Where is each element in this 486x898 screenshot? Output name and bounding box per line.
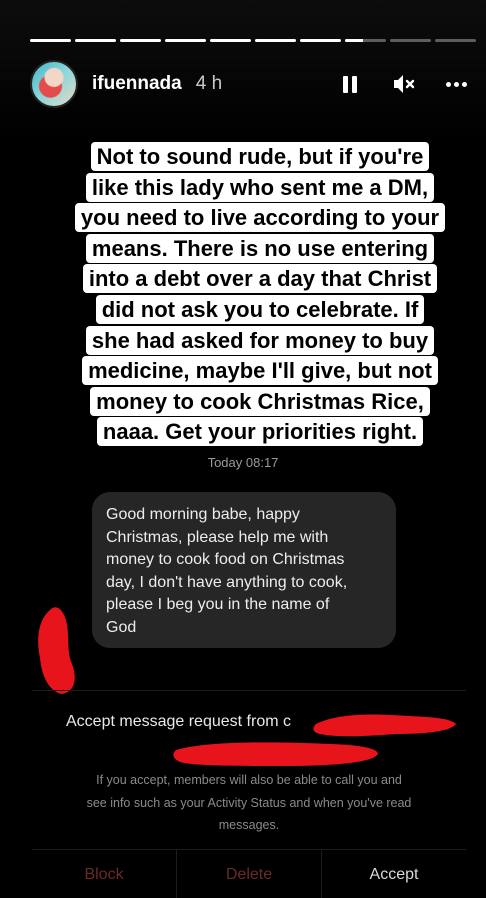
progress-segment: [165, 39, 206, 42]
progress-segment: [30, 39, 71, 42]
progress-segment: [120, 39, 161, 42]
progress-segment: [435, 39, 476, 42]
message-line: Christmas, please help me with: [106, 528, 329, 546]
mute-icon[interactable]: [392, 72, 416, 96]
story-viewer[interactable]: ifuennada 4 h Not to sound rude, but if …: [0, 0, 486, 898]
message-bubble: Good morning babe, happy Christmas, pleas…: [92, 492, 396, 648]
accept-button[interactable]: Accept: [321, 850, 466, 898]
caption-line: you need to live according to your: [74, 203, 446, 233]
message-line: God: [106, 618, 137, 636]
story-header: ifuennada 4 h: [30, 60, 470, 108]
accept-request-info: If you accept, members will also be able…: [52, 769, 446, 837]
caption-line: did not ask you to celebrate. If: [95, 294, 425, 324]
caption-line: means. There is no use entering: [85, 233, 435, 263]
caption-line: medicine, maybe I'll give, but not: [82, 356, 438, 386]
message-line: money to cook food on Christmas: [106, 551, 345, 568]
caption-line: like this lady who sent me a DM,: [85, 172, 435, 202]
progress-segment: [300, 39, 341, 42]
progress-segment: [255, 39, 296, 42]
progress-segment: [75, 39, 116, 42]
caption-line: Not to sound rude, but if you're: [90, 142, 430, 171]
accept-request-title: Accept message request from c: [66, 713, 291, 730]
caption-line: naaa. Get your priorities right.: [96, 417, 424, 447]
pause-icon[interactable]: [338, 72, 362, 96]
more-icon[interactable]: [446, 72, 470, 96]
message-request-panel: Accept message request from c If you acc…: [32, 690, 466, 898]
info-line: If you accept, members will also be able…: [96, 773, 402, 787]
message-line: day, I don't have anything to cook,: [106, 573, 348, 591]
header-controls: [338, 72, 470, 96]
progress-segment: [210, 39, 251, 42]
progress-segment: [345, 39, 386, 42]
story-caption: Not to sound rude, but if you're like thi…: [60, 142, 460, 448]
request-actions: Block Delete Accept: [32, 849, 466, 898]
info-line: messages.: [218, 818, 280, 832]
delete-button[interactable]: Delete: [176, 850, 321, 898]
message-line: Good morning babe, happy: [106, 506, 300, 523]
username[interactable]: ifuennada: [92, 73, 182, 95]
caption-line: into a debt over a day that Christ: [82, 264, 438, 294]
post-time: 4 h: [195, 73, 223, 94]
caption-line: she had asked for money to buy: [85, 325, 435, 355]
block-button[interactable]: Block: [32, 850, 176, 898]
dm-screenshot: ifuennada 4 h Not to sound rude, but if …: [0, 0, 486, 898]
progress-segment: [390, 39, 431, 42]
caption-line: money to cook Christmas Rice,: [90, 386, 430, 416]
redaction-scribble-avatar: [38, 607, 75, 694]
avatar[interactable]: [30, 60, 78, 108]
message-timestamp: Today 08:17: [207, 455, 279, 470]
story-progress-bar: [30, 39, 476, 42]
info-line: see info such as your Activity Status an…: [86, 795, 412, 810]
message-line: please I beg you in the name of: [106, 596, 330, 613]
